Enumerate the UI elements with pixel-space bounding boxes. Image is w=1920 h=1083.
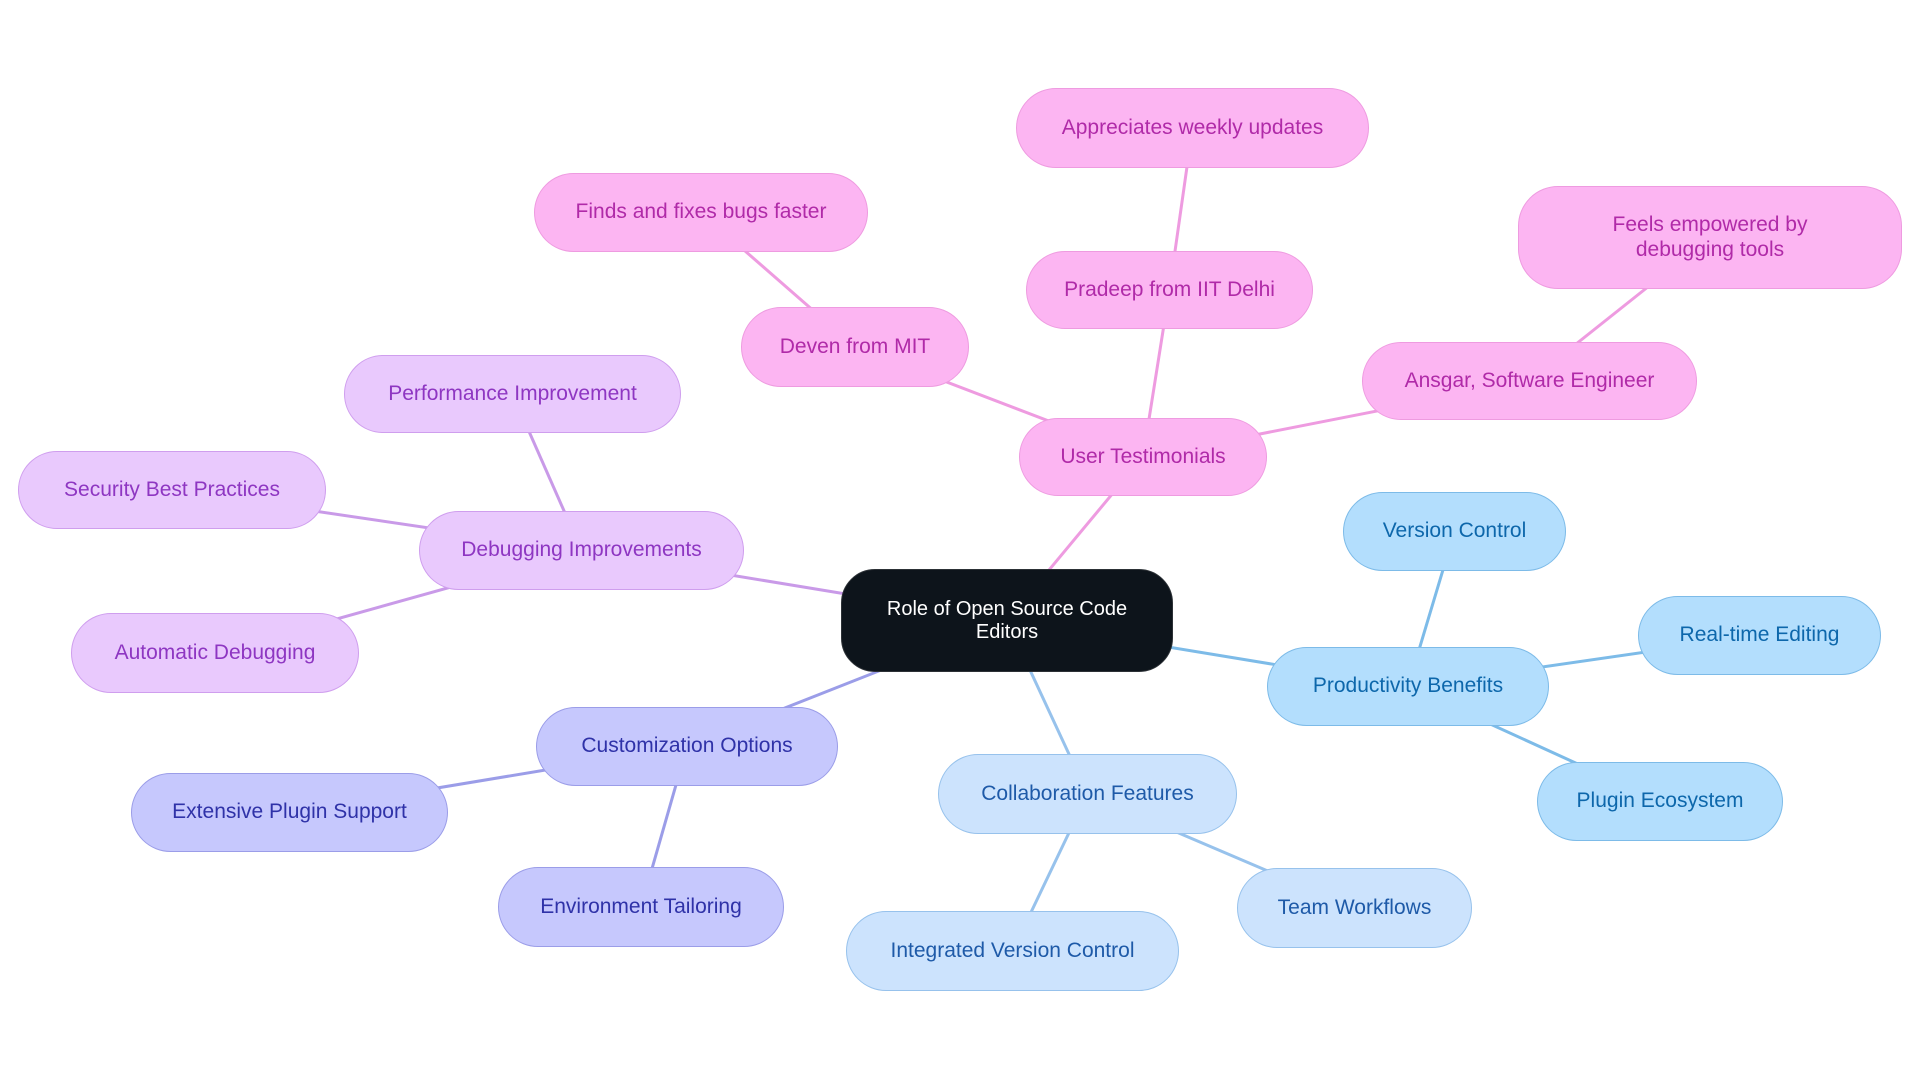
- node-real-time-editing[interactable]: Real-time Editing: [1638, 596, 1881, 675]
- node-label: Appreciates weekly updates: [1061, 115, 1324, 139]
- node-label: Customization Options: [581, 734, 793, 758]
- node-label: Pradeep from IIT Delhi: [1064, 277, 1275, 301]
- node-customization-options[interactable]: Customization Options: [536, 707, 838, 786]
- root-node[interactable]: Role of Open Source Code Editors: [841, 569, 1173, 672]
- node-debugging-improvements[interactable]: Debugging Improvements: [419, 511, 744, 590]
- node-label: Extensive Plugin Support: [172, 800, 407, 824]
- node-label: Team Workflows: [1277, 895, 1432, 919]
- node-ansgar-software-engineer[interactable]: Ansgar, Software Engineer: [1362, 342, 1697, 420]
- node-label: Ansgar, Software Engineer: [1404, 368, 1655, 392]
- node-label: Plugin Ecosystem: [1576, 789, 1744, 813]
- node-feels-empowered[interactable]: Feels empowered by debugging tools: [1518, 186, 1902, 289]
- node-performance-improvement[interactable]: Performance Improvement: [344, 355, 681, 433]
- node-label: Real-time Editing: [1679, 623, 1840, 647]
- node-label: Finds and fixes bugs faster: [575, 200, 827, 224]
- node-label: Debugging Improvements: [461, 538, 702, 562]
- node-label: Deven from MIT: [779, 334, 931, 358]
- node-security-best-practices[interactable]: Security Best Practices: [18, 451, 326, 529]
- node-plugin-ecosystem[interactable]: Plugin Ecosystem: [1537, 762, 1783, 841]
- node-label: Automatic Debugging: [114, 640, 316, 664]
- node-version-control[interactable]: Version Control: [1343, 492, 1566, 571]
- node-deven-mit[interactable]: Deven from MIT: [741, 307, 969, 387]
- node-user-testimonials[interactable]: User Testimonials: [1019, 418, 1267, 496]
- node-label: User Testimonials: [1060, 444, 1226, 468]
- node-pradeep-iit-delhi[interactable]: Pradeep from IIT Delhi: [1026, 251, 1313, 329]
- node-collaboration-features[interactable]: Collaboration Features: [938, 754, 1237, 834]
- node-appreciates-weekly-updates[interactable]: Appreciates weekly updates: [1016, 88, 1369, 168]
- node-label: Collaboration Features: [981, 781, 1194, 805]
- root-node-label: Role of Open Source Code Editors: [886, 597, 1128, 643]
- node-environment-tailoring[interactable]: Environment Tailoring: [498, 867, 784, 947]
- node-label: Performance Improvement: [388, 381, 637, 405]
- node-automatic-debugging[interactable]: Automatic Debugging: [71, 613, 359, 693]
- node-label: Productivity Benefits: [1312, 674, 1504, 698]
- node-label: Feels empowered by debugging tools: [1612, 213, 1808, 261]
- node-label: Version Control: [1382, 519, 1527, 543]
- node-label: Environment Tailoring: [540, 894, 742, 918]
- node-integrated-version-control[interactable]: Integrated Version Control: [846, 911, 1179, 991]
- node-finds-fixes-bugs[interactable]: Finds and fixes bugs faster: [534, 173, 868, 252]
- node-extensive-plugin-support[interactable]: Extensive Plugin Support: [131, 773, 448, 852]
- node-label: Security Best Practices: [64, 477, 280, 501]
- node-productivity-benefits[interactable]: Productivity Benefits: [1267, 647, 1549, 726]
- node-team-workflows[interactable]: Team Workflows: [1237, 868, 1472, 948]
- node-label: Integrated Version Control: [890, 938, 1135, 962]
